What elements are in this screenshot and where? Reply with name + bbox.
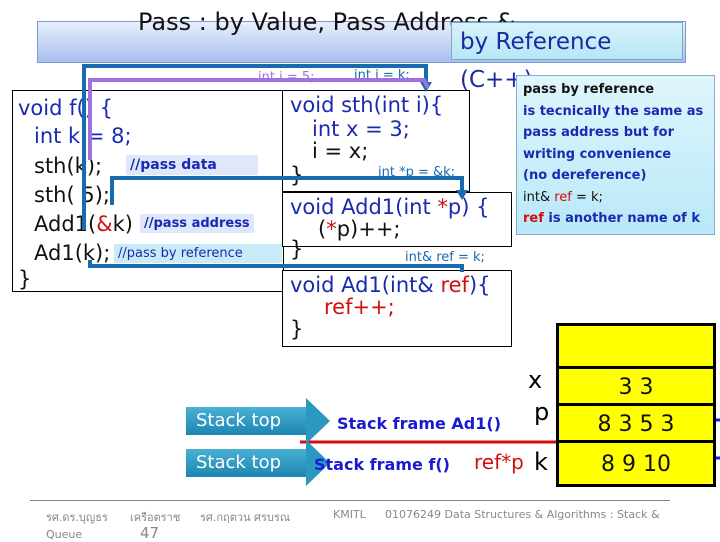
stack-top-arrow: Stack top — [186, 440, 330, 486]
info-line: writing convenience — [523, 146, 672, 162]
page-number: 47 — [140, 524, 160, 542]
footer-topic: Queue — [46, 528, 83, 541]
stack-cell-k: 8 9 10 — [559, 440, 713, 487]
info-line: is tecnically the same as — [523, 103, 704, 119]
footer-org: KMITL — [333, 508, 366, 521]
info-line: int& ref = k; — [523, 189, 603, 205]
stack-frame-label: Stack frame Ad1() — [337, 414, 501, 433]
stack-frame-label: Stack frame f() — [314, 455, 450, 474]
arrow-ad1 — [88, 260, 464, 272]
info-box: pass by reference is tecnically the same… — [516, 75, 715, 235]
info-line: pass by reference — [523, 82, 655, 97]
info-line: pass address but for — [523, 125, 674, 140]
ref-pointer-label: ref*p — [474, 450, 524, 474]
var-x-label: x — [528, 366, 543, 394]
var-p-label: p — [534, 398, 550, 426]
var-k-label: k — [534, 448, 548, 476]
info-line: (no dereference) — [523, 168, 647, 183]
stack-cell-x: 3 3 — [559, 366, 713, 406]
footer-course: 01076249 Data Structures & Algorithms : … — [385, 508, 660, 521]
stack-memory: 3 3 8 3 5 3 8 9 10 — [556, 323, 716, 487]
arrow-add1 — [110, 176, 464, 205]
footer-divider — [30, 500, 670, 501]
footer-author: รศ.กฤตวน ศรบรณ — [200, 511, 291, 524]
footer-author: รศ.ดร.บุญธร — [46, 511, 108, 524]
stack-top-arrow: Stack top — [186, 398, 330, 444]
arrow-sth-5 — [88, 78, 430, 160]
arrowhead — [456, 190, 468, 200]
info-line: ref is another name of k — [523, 211, 700, 226]
stack-cell-p: 8 3 5 3 — [559, 403, 713, 443]
arrow-sth-k — [82, 64, 428, 230]
